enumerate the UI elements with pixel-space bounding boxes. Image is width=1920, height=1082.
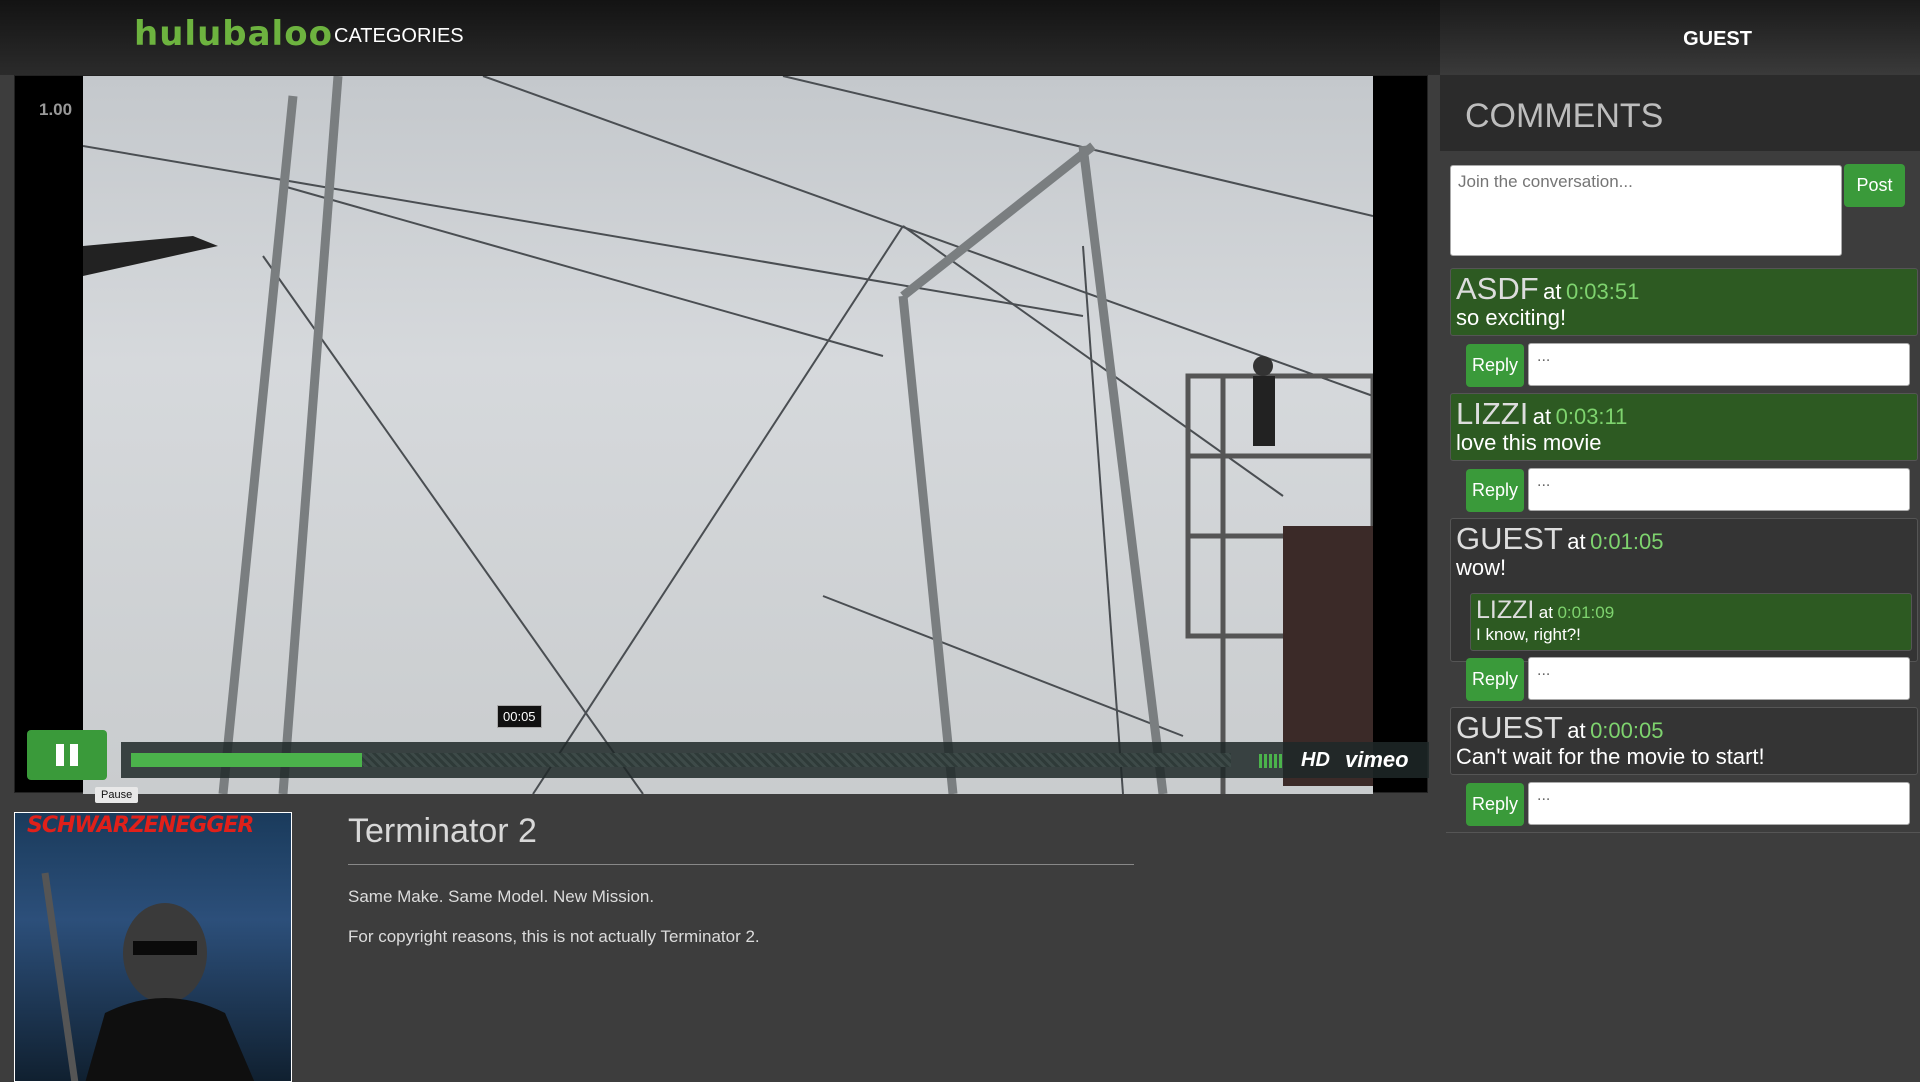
movie-poster: SCHWARZENEGGER <box>14 812 292 1082</box>
hd-toggle[interactable]: HD <box>1301 749 1330 772</box>
categories-menu[interactable]: CATEGORIES <box>334 25 464 48</box>
vimeo-logo[interactable]: vimeo <box>1345 747 1409 773</box>
reply-at: at <box>1538 603 1553 622</box>
comment-item: GUEST at 0:00:05 Can't wait for the movi… <box>1450 707 1918 775</box>
comment-timestamp[interactable]: 0:03:11 <box>1556 404 1628 429</box>
video-frame[interactable] <box>83 76 1373 794</box>
comment-author: ASDF <box>1456 271 1539 306</box>
volume-icon[interactable] <box>1259 754 1284 773</box>
reply-author: LIZZI <box>1476 596 1535 624</box>
comment-at: at <box>1532 404 1552 429</box>
top-nav-bar: hulubaloo CATEGORIES <box>0 0 1440 75</box>
reply-button[interactable]: Reply <box>1466 783 1524 826</box>
comments-panel: COMMENTS Post ASDF at 0:03:51 so excitin… <box>1440 75 1920 835</box>
reply-button[interactable]: Reply <box>1466 658 1524 701</box>
reply-button[interactable]: Reply <box>1466 344 1524 387</box>
video-scene-illustration <box>83 76 1373 794</box>
pause-icon <box>56 744 64 766</box>
comments-header: COMMENTS <box>1440 75 1920 151</box>
comment-timestamp[interactable]: 0:01:05 <box>1590 529 1663 554</box>
poster-title: SCHWARZENEGGER <box>27 813 254 838</box>
reply-input[interactable]: ... <box>1528 657 1910 700</box>
comment-author: LIZZI <box>1456 396 1529 431</box>
site-logo[interactable]: hulubaloo <box>134 14 333 54</box>
reply-timestamp[interactable]: 0:01:09 <box>1557 603 1614 622</box>
pause-button[interactable] <box>27 730 107 780</box>
poster-illustration <box>41 872 255 1081</box>
reply-input[interactable]: ... <box>1528 782 1910 825</box>
player-controls-right: HD vimeo <box>1249 742 1429 778</box>
comment-at: at <box>1567 718 1586 743</box>
reply-input[interactable]: ... <box>1528 468 1910 511</box>
comment-text: love this movie <box>1456 430 1602 455</box>
movie-disclaimer: For copyright reasons, this is not actua… <box>348 927 760 946</box>
comment-timestamp[interactable]: 0:03:51 <box>1566 279 1639 304</box>
reply-text: I know, right?! <box>1476 625 1581 644</box>
comment-at: at <box>1567 529 1586 554</box>
reply-item: LIZZI at 0:01:09 I know, right?! <box>1470 593 1912 651</box>
current-time-tooltip: 00:05 <box>497 705 542 728</box>
movie-title: Terminator 2 <box>348 812 537 850</box>
progress-bar[interactable]: 00:05 <box>121 705 1249 778</box>
comment-item: LIZZI at 0:03:11 love this movie <box>1450 393 1918 461</box>
new-comment-input[interactable] <box>1450 165 1842 256</box>
playback-speed[interactable]: 1.00 <box>39 100 72 120</box>
comment-author: GUEST <box>1456 521 1563 556</box>
pause-tooltip: Pause <box>95 787 139 803</box>
progress-track[interactable] <box>131 753 1231 767</box>
comment-text: wow! <box>1456 555 1507 580</box>
reply-input[interactable]: ... <box>1528 343 1910 386</box>
comment-text: Can't wait for the movie to start! <box>1456 744 1765 769</box>
comments-divider <box>1446 832 1920 833</box>
movie-tagline: Same Make. Same Model. New Mission. <box>348 887 655 906</box>
video-player[interactable]: 1.00 Pause 00:05 HD vimeo <box>14 75 1429 803</box>
user-bar: GUEST <box>1440 0 1920 75</box>
title-divider <box>348 864 1134 865</box>
comment-item: ASDF at 0:03:51 so exciting! <box>1450 268 1918 336</box>
comment-author: GUEST <box>1456 710 1563 745</box>
pause-icon-bar <box>70 744 78 766</box>
user-menu[interactable]: GUEST <box>1683 28 1752 51</box>
comments-heading: COMMENTS <box>1465 97 1664 135</box>
progress-fill <box>131 753 362 767</box>
post-button[interactable]: Post <box>1844 164 1905 207</box>
comment-at: at <box>1543 279 1562 304</box>
reply-button[interactable]: Reply <box>1466 469 1524 512</box>
comment-text: so exciting! <box>1456 305 1567 330</box>
comment-timestamp[interactable]: 0:00:05 <box>1590 718 1663 743</box>
